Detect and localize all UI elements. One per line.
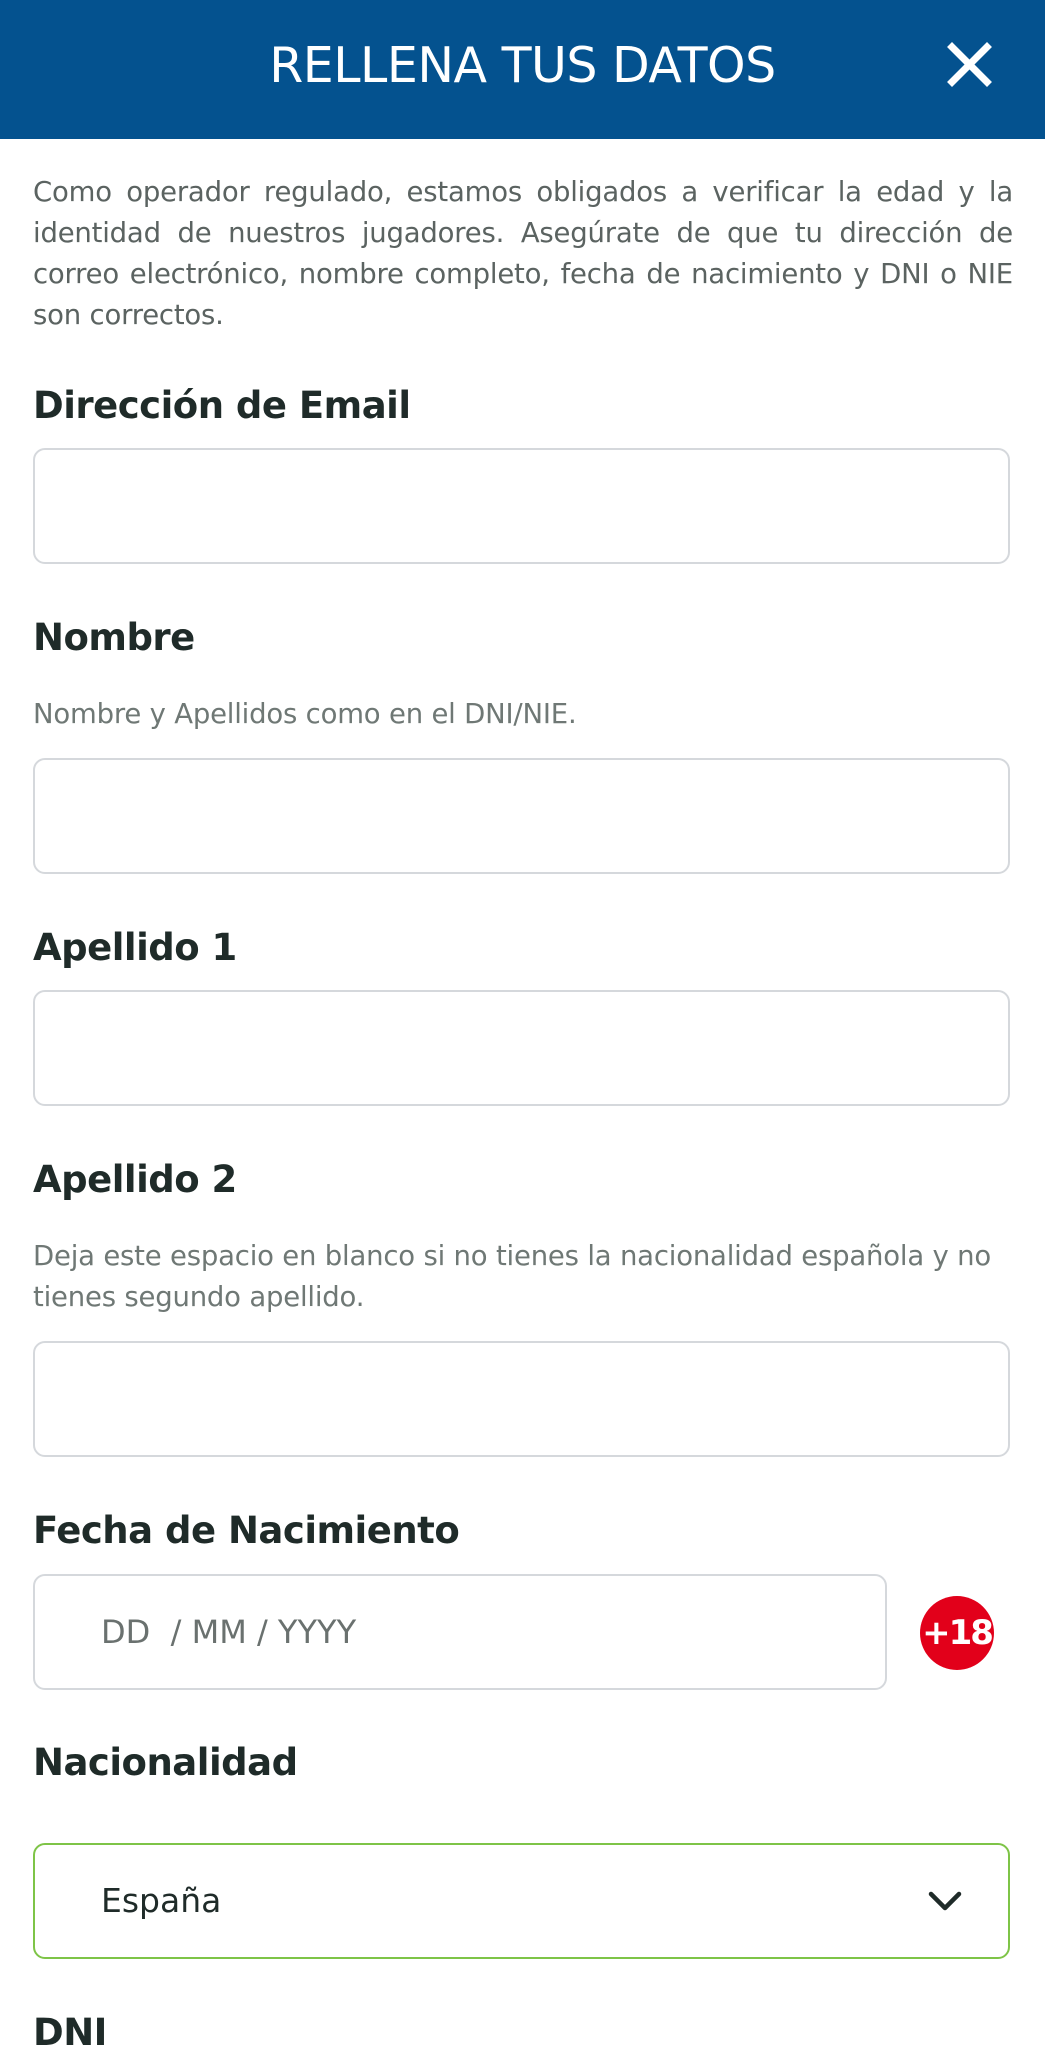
nombre-hint: Nombre y Apellidos como en el DNI/NIE. [33,698,577,730]
apellido2-hint: Deja este espacio en blanco si no tienes… [33,1240,991,1313]
fecha-label: Fecha de Nacimiento [33,1509,460,1552]
chevron-down-icon [928,1891,962,1911]
apellido2-input[interactable] [35,1343,1008,1455]
email-field[interactable] [33,448,1010,564]
close-icon [947,42,992,87]
nacionalidad-selected-value: España [101,1881,222,1920]
nacionalidad-label: Nacionalidad [33,1741,298,1784]
apellido2-field[interactable] [33,1341,1010,1457]
fecha-input[interactable] [35,1576,885,1688]
age-18-badge: +18 [920,1596,994,1670]
nombre-field[interactable] [33,758,1010,874]
header-bar: RELLENA TUS DATOS [0,0,1045,139]
nombre-input[interactable] [35,760,1008,872]
email-label: Dirección de Email [33,384,411,427]
page-title: RELLENA TUS DATOS [269,37,776,94]
fecha-field[interactable] [33,1574,887,1690]
nacionalidad-select[interactable]: España [33,1843,1010,1959]
apellido2-label: Apellido 2 [33,1158,237,1201]
email-input[interactable] [35,450,1008,562]
apellido1-input[interactable] [35,992,1008,1104]
nombre-label: Nombre [33,616,195,659]
intro-text: Como operador regulado, estamos obligado… [33,176,1013,331]
close-button[interactable] [930,30,1010,102]
apellido1-label: Apellido 1 [33,926,237,969]
apellido1-field[interactable] [33,990,1010,1106]
